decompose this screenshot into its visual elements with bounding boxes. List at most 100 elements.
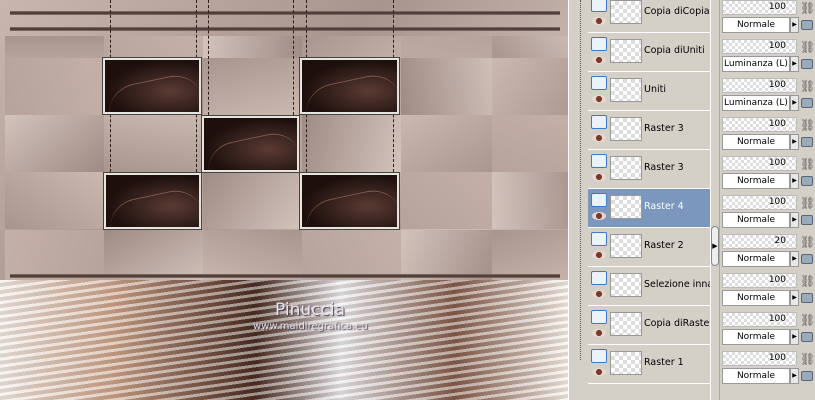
eye-icon[interactable] (592, 17, 606, 25)
eye-icon[interactable] (592, 290, 606, 298)
link-icon[interactable]: ⛓ (800, 1, 815, 15)
layer-name: Copia diCopia di (644, 6, 710, 17)
lock-icon[interactable] (801, 137, 813, 147)
opacity-slider[interactable]: 100 (722, 117, 797, 132)
blend-dropdown-arrow[interactable]: ▶ (790, 290, 799, 306)
lock-icon[interactable] (801, 215, 813, 225)
raster-layer-icon (591, 193, 607, 207)
layer-thumbnail (610, 351, 642, 375)
blend-mode-select[interactable]: Normale (722, 368, 790, 384)
decor-bar (10, 27, 560, 31)
image-canvas[interactable]: Pinuccia www.maidiregrafica.eu (0, 0, 568, 400)
layer-row[interactable]: Raster 2 (588, 228, 710, 267)
layer-row[interactable]: Raster 3 (588, 111, 710, 150)
lock-icon[interactable] (801, 176, 813, 186)
opacity-value: 100 (768, 353, 786, 363)
eye-icon[interactable] (592, 212, 606, 220)
link-icon[interactable]: ⛓ (800, 274, 815, 288)
lock-icon[interactable] (801, 98, 813, 108)
layer-props: 100 Normale ▶ ⛓ (720, 117, 815, 156)
layer-row[interactable]: Copia diUniti (588, 33, 710, 72)
eye-icon[interactable] (592, 95, 606, 103)
dark-frame (299, 57, 400, 115)
blend-mode-select[interactable]: Normale (722, 251, 790, 267)
blend-dropdown-arrow[interactable]: ▶ (790, 212, 799, 228)
opacity-slider[interactable]: 20 (722, 234, 797, 249)
tile (401, 58, 500, 115)
blend-dropdown-arrow[interactable]: ▶ (790, 56, 799, 72)
raster-layer-icon (591, 0, 607, 12)
lock-icon[interactable] (801, 254, 813, 264)
layer-row[interactable]: Raster 1 (588, 345, 710, 384)
layer-row[interactable]: Raster 4 (588, 189, 710, 228)
opacity-slider[interactable]: 100 (722, 351, 797, 366)
lock-icon[interactable] (801, 332, 813, 342)
lock-icon[interactable] (801, 293, 813, 303)
tile (5, 115, 104, 172)
link-icon[interactable]: ⛓ (800, 79, 815, 93)
blend-mode-select[interactable]: Luminanza (L) (722, 56, 790, 72)
link-icon[interactable]: ⛓ (800, 235, 815, 249)
layer-row[interactable]: Raster 3 (588, 150, 710, 189)
layer-props: 100 Luminanza (L) ▶ ⛓ (720, 78, 815, 117)
panel-splitter[interactable] (710, 0, 720, 400)
layer-props: 100 Luminanza (L) ▶ ⛓ (720, 39, 815, 78)
link-icon[interactable]: ⛓ (800, 40, 815, 54)
blend-dropdown-arrow[interactable]: ▶ (790, 368, 799, 384)
layer-thumbnail (610, 234, 642, 258)
blend-mode-select[interactable]: Normale (722, 173, 790, 189)
link-icon[interactable]: ⛓ (800, 157, 815, 171)
layer-row[interactable]: Copia diRaster 1 (588, 306, 710, 345)
opacity-slider[interactable]: 100 (722, 78, 797, 93)
blend-dropdown-arrow[interactable]: ▶ (790, 17, 799, 33)
raster-layer-icon (591, 310, 607, 324)
layer-row[interactable]: Copia diCopia di (588, 0, 710, 33)
eye-icon[interactable] (592, 368, 606, 376)
lock-icon[interactable] (801, 20, 813, 30)
blend-mode-select[interactable]: Normale (722, 212, 790, 228)
blend-mode-select[interactable]: Normale (722, 290, 790, 306)
blend-mode-select[interactable]: Normale (722, 17, 790, 33)
splitter-handle[interactable]: ▶ (711, 226, 719, 266)
layer-name: Selezione innalzata (644, 279, 710, 290)
dark-frame (103, 172, 202, 230)
link-icon[interactable]: ⛓ (800, 313, 815, 327)
opacity-slider[interactable]: 100 (722, 39, 797, 54)
opacity-slider[interactable]: 100 (722, 156, 797, 171)
blend-mode-select[interactable]: Normale (722, 329, 790, 345)
blend-dropdown-arrow[interactable]: ▶ (790, 251, 799, 267)
opacity-value: 100 (768, 2, 786, 12)
opacity-slider[interactable]: 100 (722, 195, 797, 210)
eye-icon[interactable] (592, 251, 606, 259)
opacity-slider[interactable]: 100 (722, 312, 797, 327)
lock-icon[interactable] (801, 59, 813, 69)
lock-icon[interactable] (801, 371, 813, 381)
eye-icon[interactable] (592, 134, 606, 142)
tile (5, 58, 104, 115)
dark-frame (201, 115, 300, 173)
blend-dropdown-arrow[interactable]: ▶ (790, 173, 799, 189)
blend-mode-select[interactable]: Luminanza (L) (722, 95, 790, 111)
tile (5, 172, 104, 229)
eye-icon[interactable] (592, 173, 606, 181)
blend-dropdown-arrow[interactable]: ▶ (790, 134, 799, 150)
layer-row[interactable]: Uniti (588, 72, 710, 111)
opacity-slider[interactable]: 100 (722, 0, 797, 15)
opacity-slider[interactable]: 100 (722, 273, 797, 288)
link-icon[interactable]: ⛓ (800, 118, 815, 132)
layer-properties: 100 Normale ▶ ⛓ 100 Luminanza (L) ▶ ⛓ 10… (720, 0, 815, 400)
rope (208, 0, 209, 115)
layer-props: 100 Normale ▶ ⛓ (720, 156, 815, 195)
reflection-floor (0, 280, 568, 400)
link-icon[interactable]: ⛓ (800, 352, 815, 366)
link-icon[interactable]: ⛓ (800, 196, 815, 210)
layers-list[interactable]: Copia diCopia di Copia diUniti Uniti Ras… (588, 0, 710, 400)
eye-icon[interactable] (592, 56, 606, 64)
blend-mode-select[interactable]: Normale (722, 134, 790, 150)
blend-dropdown-arrow[interactable]: ▶ (790, 95, 799, 111)
layer-thumbnail (610, 117, 642, 141)
layer-name: Copia diUniti (644, 45, 705, 56)
blend-dropdown-arrow[interactable]: ▶ (790, 329, 799, 345)
eye-icon[interactable] (592, 329, 606, 337)
layer-row[interactable]: Selezione innalzata (588, 267, 710, 306)
